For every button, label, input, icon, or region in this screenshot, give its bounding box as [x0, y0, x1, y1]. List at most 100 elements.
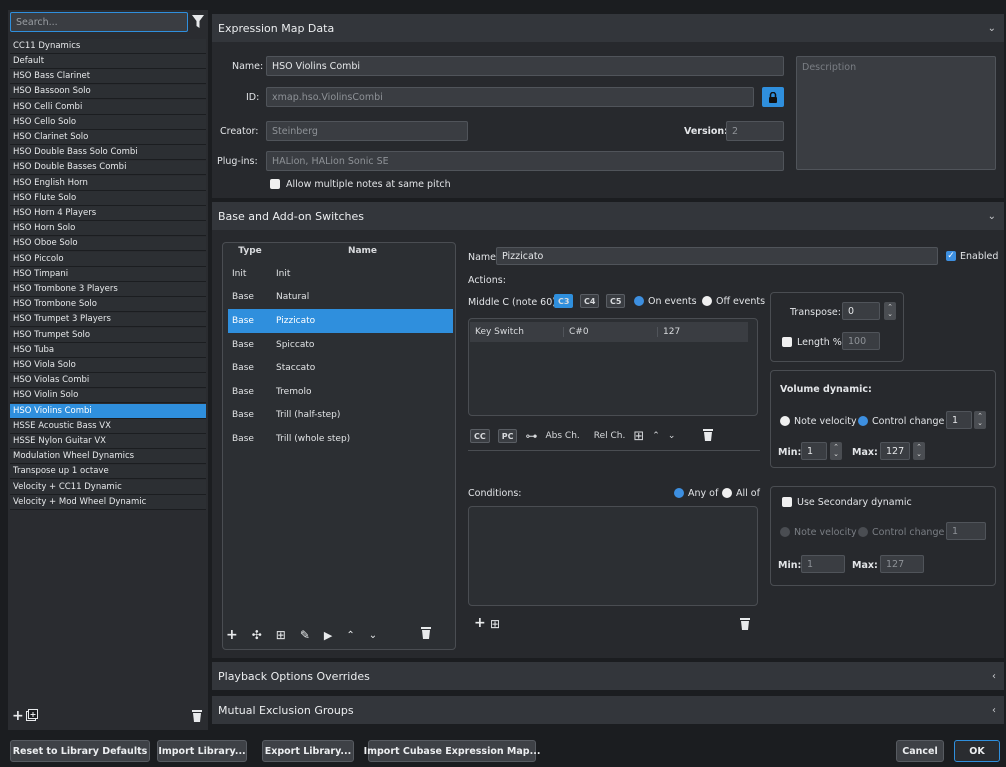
trash-icon[interactable]: [740, 618, 750, 633]
cc-number-stepper[interactable]: ⌃ ⌄: [974, 411, 986, 429]
on-events-radio[interactable]: [634, 296, 644, 306]
switch-row[interactable]: Init Init: [228, 262, 453, 286]
move-down-icon[interactable]: ⌄: [668, 431, 676, 441]
library-item[interactable]: HSO Violas Combi: [10, 373, 206, 389]
duplicate-icon[interactable]: [26, 709, 38, 724]
section-header-mutual-exclusion[interactable]: Mutual Exclusion Groups ‹: [212, 696, 1004, 724]
duplicate-icon[interactable]: ⊞: [276, 628, 286, 642]
add-condition-icon[interactable]: +: [474, 616, 486, 630]
section-header-base-switches[interactable]: Base and Add-on Switches ⌄: [212, 202, 1004, 230]
version-field[interactable]: 2: [726, 121, 784, 141]
library-item[interactable]: Modulation Wheel Dynamics: [10, 449, 206, 465]
play-icon[interactable]: ▶: [324, 629, 332, 642]
secondary-dynamic-checkbox[interactable]: [782, 497, 792, 507]
library-item[interactable]: HSO Viola Solo: [10, 358, 206, 373]
switch-row[interactable]: Base Spiccato: [228, 333, 453, 357]
trash-icon[interactable]: [192, 710, 202, 725]
edit-icon[interactable]: ✎: [300, 628, 310, 642]
library-item[interactable]: CC11 Dynamics: [10, 39, 206, 54]
library-item[interactable]: HSO Double Bass Solo Combi: [10, 145, 206, 161]
library-item[interactable]: HSO Horn Solo: [10, 221, 206, 237]
max-field[interactable]: 127: [880, 442, 910, 460]
map-id-field[interactable]: xmap.hso.ViolinsCombi: [266, 87, 754, 107]
library-item[interactable]: HSO Piccolo: [10, 251, 206, 267]
switch-name-field[interactable]: Pizzicato: [496, 247, 938, 265]
library-item[interactable]: HSO Cello Solo: [10, 115, 206, 130]
library-item[interactable]: HSO Bassoon Solo: [10, 84, 206, 100]
note-velocity-radio[interactable]: [780, 416, 790, 426]
add-action-icon[interactable]: ⊞: [633, 429, 644, 444]
min-stepper[interactable]: ⌃ ⌄: [830, 442, 842, 460]
off-events-radio[interactable]: [702, 296, 712, 306]
secondary-control-change-radio[interactable]: [858, 527, 868, 537]
pc-button[interactable]: PC: [497, 429, 518, 443]
filter-icon[interactable]: [192, 15, 204, 31]
add-icon[interactable]: +: [12, 709, 24, 723]
transpose-stepper[interactable]: ⌃ ⌄: [884, 302, 896, 320]
octave-c3-button[interactable]: C3: [554, 294, 574, 308]
switch-row[interactable]: Base Trill (half-step): [228, 404, 453, 428]
enabled-checkbox[interactable]: ✓: [946, 251, 956, 261]
switch-row[interactable]: Base Tremolo: [228, 380, 453, 404]
import-cubase-button[interactable]: Import Cubase Expression Map...: [364, 740, 540, 762]
length-field[interactable]: 100: [842, 332, 880, 350]
library-item[interactable]: HSO Violin Solo: [10, 388, 206, 404]
min-field[interactable]: 1: [801, 442, 827, 460]
library-item[interactable]: HSSE Nylon Guitar VX: [10, 434, 206, 449]
library-item[interactable]: HSO Celli Combi: [10, 99, 206, 115]
library-item[interactable]: HSO Double Basses Combi: [10, 160, 206, 176]
creator-field[interactable]: Steinberg: [266, 121, 468, 141]
secondary-cc-field[interactable]: 1: [946, 522, 986, 540]
trash-icon[interactable]: [421, 627, 432, 643]
library-item[interactable]: HSO Violins Combi: [10, 403, 206, 419]
library-item[interactable]: HSO Horn 4 Players: [10, 206, 206, 221]
library-item[interactable]: HSO English Horn: [10, 175, 206, 191]
keyswitch-icon[interactable]: ⊶: [525, 429, 537, 443]
description-field[interactable]: Description: [796, 56, 996, 170]
library-item[interactable]: Transpose up 1 octave: [10, 464, 206, 480]
lock-icon[interactable]: [762, 87, 784, 107]
cc-button[interactable]: CC: [470, 429, 490, 443]
switch-row[interactable]: Base Trill (whole step): [228, 427, 453, 451]
library-item[interactable]: Default: [10, 54, 206, 69]
move-up-icon[interactable]: ⌃: [346, 630, 354, 641]
duplicate-condition-icon[interactable]: ⊞: [490, 617, 500, 631]
map-name-field[interactable]: HSO Violins Combi: [266, 56, 784, 76]
length-checkbox[interactable]: [782, 337, 792, 347]
move-up-icon[interactable]: ⌃: [652, 431, 660, 441]
library-item[interactable]: HSO Trombone 3 Players: [10, 282, 206, 297]
library-item[interactable]: HSO Trumpet 3 Players: [10, 312, 206, 328]
library-item[interactable]: HSO Tuba: [10, 343, 206, 358]
trash-icon[interactable]: [703, 428, 714, 444]
add-addon-icon[interactable]: ✣: [252, 628, 262, 642]
library-item[interactable]: HSSE Acoustic Bass VX: [10, 419, 206, 434]
secondary-min-field[interactable]: 1: [801, 555, 845, 573]
import-library-button[interactable]: Import Library...: [157, 740, 247, 762]
library-item[interactable]: HSO Trumpet Solo: [10, 327, 206, 343]
switch-row[interactable]: Base Staccato: [228, 356, 453, 380]
library-item[interactable]: Velocity + Mod Wheel Dynamic: [10, 495, 206, 510]
secondary-max-field[interactable]: 127: [880, 555, 924, 573]
library-item[interactable]: HSO Clarinet Solo: [10, 130, 206, 145]
library-item[interactable]: HSO Oboe Solo: [10, 236, 206, 252]
reset-defaults-button[interactable]: Reset to Library Defaults: [10, 740, 150, 762]
all-of-radio[interactable]: [722, 488, 732, 498]
allow-multiple-checkbox[interactable]: [270, 179, 280, 189]
cancel-button[interactable]: Cancel: [896, 740, 944, 762]
control-change-radio[interactable]: [858, 416, 868, 426]
library-item[interactable]: HSO Flute Solo: [10, 191, 206, 206]
switch-row[interactable]: Base Natural: [228, 286, 453, 310]
max-stepper[interactable]: ⌃ ⌄: [913, 442, 925, 460]
switch-row[interactable]: Base Pizzicato: [228, 309, 453, 333]
library-item[interactable]: HSO Trombone Solo: [10, 297, 206, 313]
library-item[interactable]: Velocity + CC11 Dynamic: [10, 479, 206, 495]
section-header-expression-map[interactable]: Expression Map Data ⌄: [212, 14, 1004, 42]
transpose-field[interactable]: 0: [842, 302, 880, 320]
rel-ch-button[interactable]: Rel Ch.: [594, 431, 626, 441]
octave-c5-button[interactable]: C5: [606, 294, 626, 308]
secondary-note-velocity-radio[interactable]: [780, 527, 790, 537]
move-down-icon[interactable]: ⌄: [369, 630, 377, 641]
library-item[interactable]: HSO Timpani: [10, 267, 206, 282]
any-of-radio[interactable]: [674, 488, 684, 498]
action-row[interactable]: Key Switch C#0 127: [470, 322, 748, 342]
